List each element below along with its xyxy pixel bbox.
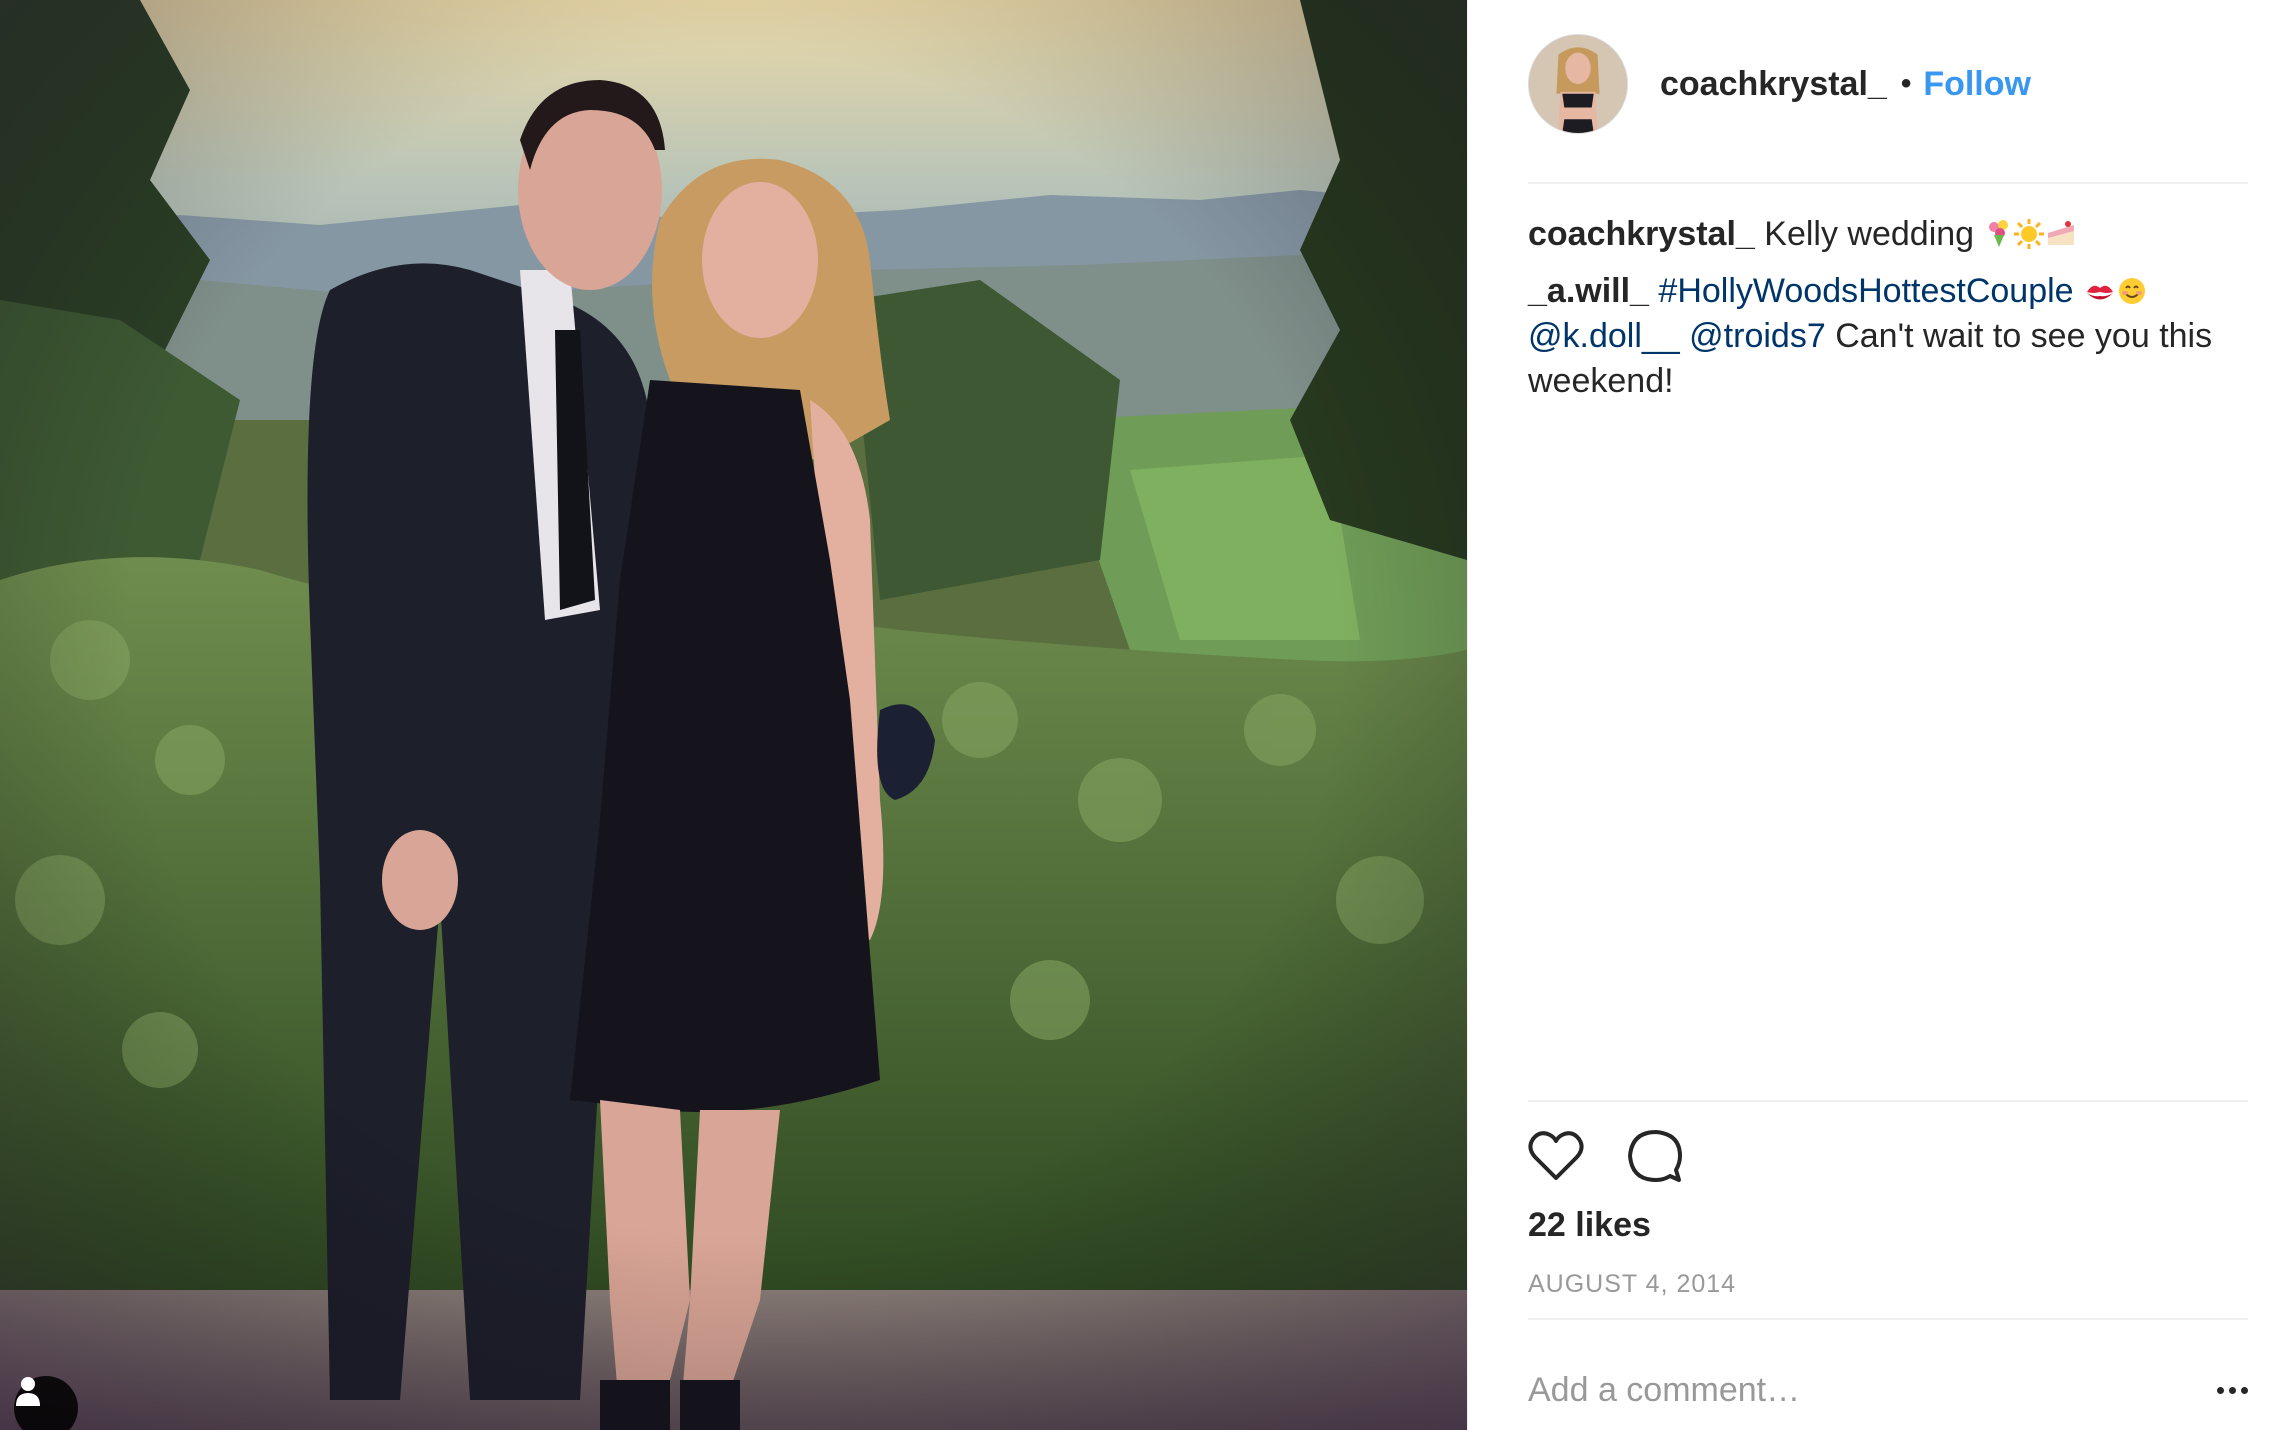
bouquet-emoji-icon <box>1988 220 2008 247</box>
author-avatar[interactable] <box>1528 34 1628 134</box>
comment-hashtag-link[interactable]: #HollyWoodsHottestCouple <box>1658 272 2073 310</box>
likes-count[interactable]: 22 likes <box>1528 1206 1651 1245</box>
heart-icon <box>1528 1131 1584 1180</box>
post-side-panel: coachkrystal_ • Follow coachkrystal_ Kel… <box>1467 0 2294 1430</box>
more-options-button[interactable] <box>2198 1380 2248 1400</box>
wedding-couple-photo <box>0 0 1467 1430</box>
caption-comment: coachkrystal_ Kelly wedding <box>1528 212 2248 257</box>
more-dot <box>2229 1386 2236 1394</box>
post-date[interactable]: AUGUST 4, 2014 <box>1528 1270 1736 1299</box>
speech-bubble-icon <box>1628 1130 1682 1182</box>
actions-divider <box>1528 1100 2248 1102</box>
sun-emoji-icon <box>2013 219 2044 249</box>
comment-author[interactable]: coachkrystal_ <box>1528 215 1755 253</box>
comments-list: coachkrystal_ Kelly wedding _a.will_ #Ho… <box>1528 212 2248 416</box>
post-actions <box>1526 1126 1722 1186</box>
more-dot <box>2241 1386 2248 1394</box>
post-header: coachkrystal_ • Follow <box>1528 34 2248 134</box>
more-dot <box>2217 1386 2224 1394</box>
kiss-mark-emoji-icon <box>2087 285 2114 300</box>
cake-emoji-icon <box>2047 221 2074 245</box>
follow-button[interactable]: Follow <box>1923 65 2031 104</box>
smiling-face-emoji-icon <box>2119 278 2146 304</box>
comment-box-divider <box>1528 1318 2248 1320</box>
tagged-user-icon <box>16 1377 40 1406</box>
post-photo[interactable] <box>0 0 1467 1430</box>
comment-author[interactable]: _a.will_ <box>1528 272 1649 310</box>
comment-button[interactable] <box>1624 1126 1684 1186</box>
comment-text: Kelly wedding <box>1764 215 1975 253</box>
comment-mention-link[interactable]: @troids7 <box>1689 317 1826 355</box>
add-comment-bar <box>1528 1360 2248 1420</box>
comment-mention-link[interactable]: @k.doll__ <box>1528 317 1680 355</box>
avatar-image <box>1529 35 1627 133</box>
reply-comment: _a.will_ #HollyWoodsHottestCouple @k.dol… <box>1528 269 2248 404</box>
add-comment-input[interactable] <box>1528 1370 2198 1410</box>
author-username[interactable]: coachkrystal_ <box>1660 65 1887 104</box>
header-divider <box>1528 182 2248 184</box>
like-button[interactable] <box>1526 1126 1586 1186</box>
header-separator: • <box>1900 67 1912 100</box>
